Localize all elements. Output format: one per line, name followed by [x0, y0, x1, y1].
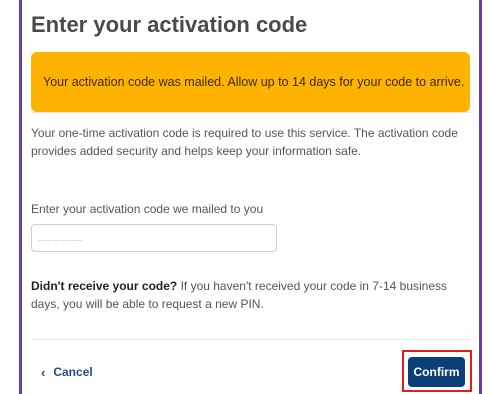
code-field-label: Enter your activation code we mailed to …: [31, 202, 264, 216]
help-text: Didn't receive your code? If you haven't…: [31, 277, 476, 313]
chevron-left-icon: ‹: [41, 364, 46, 380]
alert-message: Your activation code was mailed. Allow u…: [43, 75, 465, 89]
cancel-button[interactable]: ‹ Cancel: [41, 365, 93, 379]
cancel-label: Cancel: [53, 365, 93, 379]
activation-panel: Enter your activation code Your activati…: [19, 0, 482, 394]
divider: [31, 112, 470, 113]
mailed-alert: Your activation code was mailed. Allow u…: [31, 52, 470, 112]
activation-code-input[interactable]: [31, 224, 277, 252]
page-title: Enter your activation code: [31, 12, 308, 37]
confirm-button[interactable]: Confirm: [408, 357, 465, 387]
intro-text: Your one-time activation code is require…: [31, 126, 458, 158]
divider: [31, 339, 470, 340]
help-strong: Didn't receive your code?: [31, 279, 178, 293]
